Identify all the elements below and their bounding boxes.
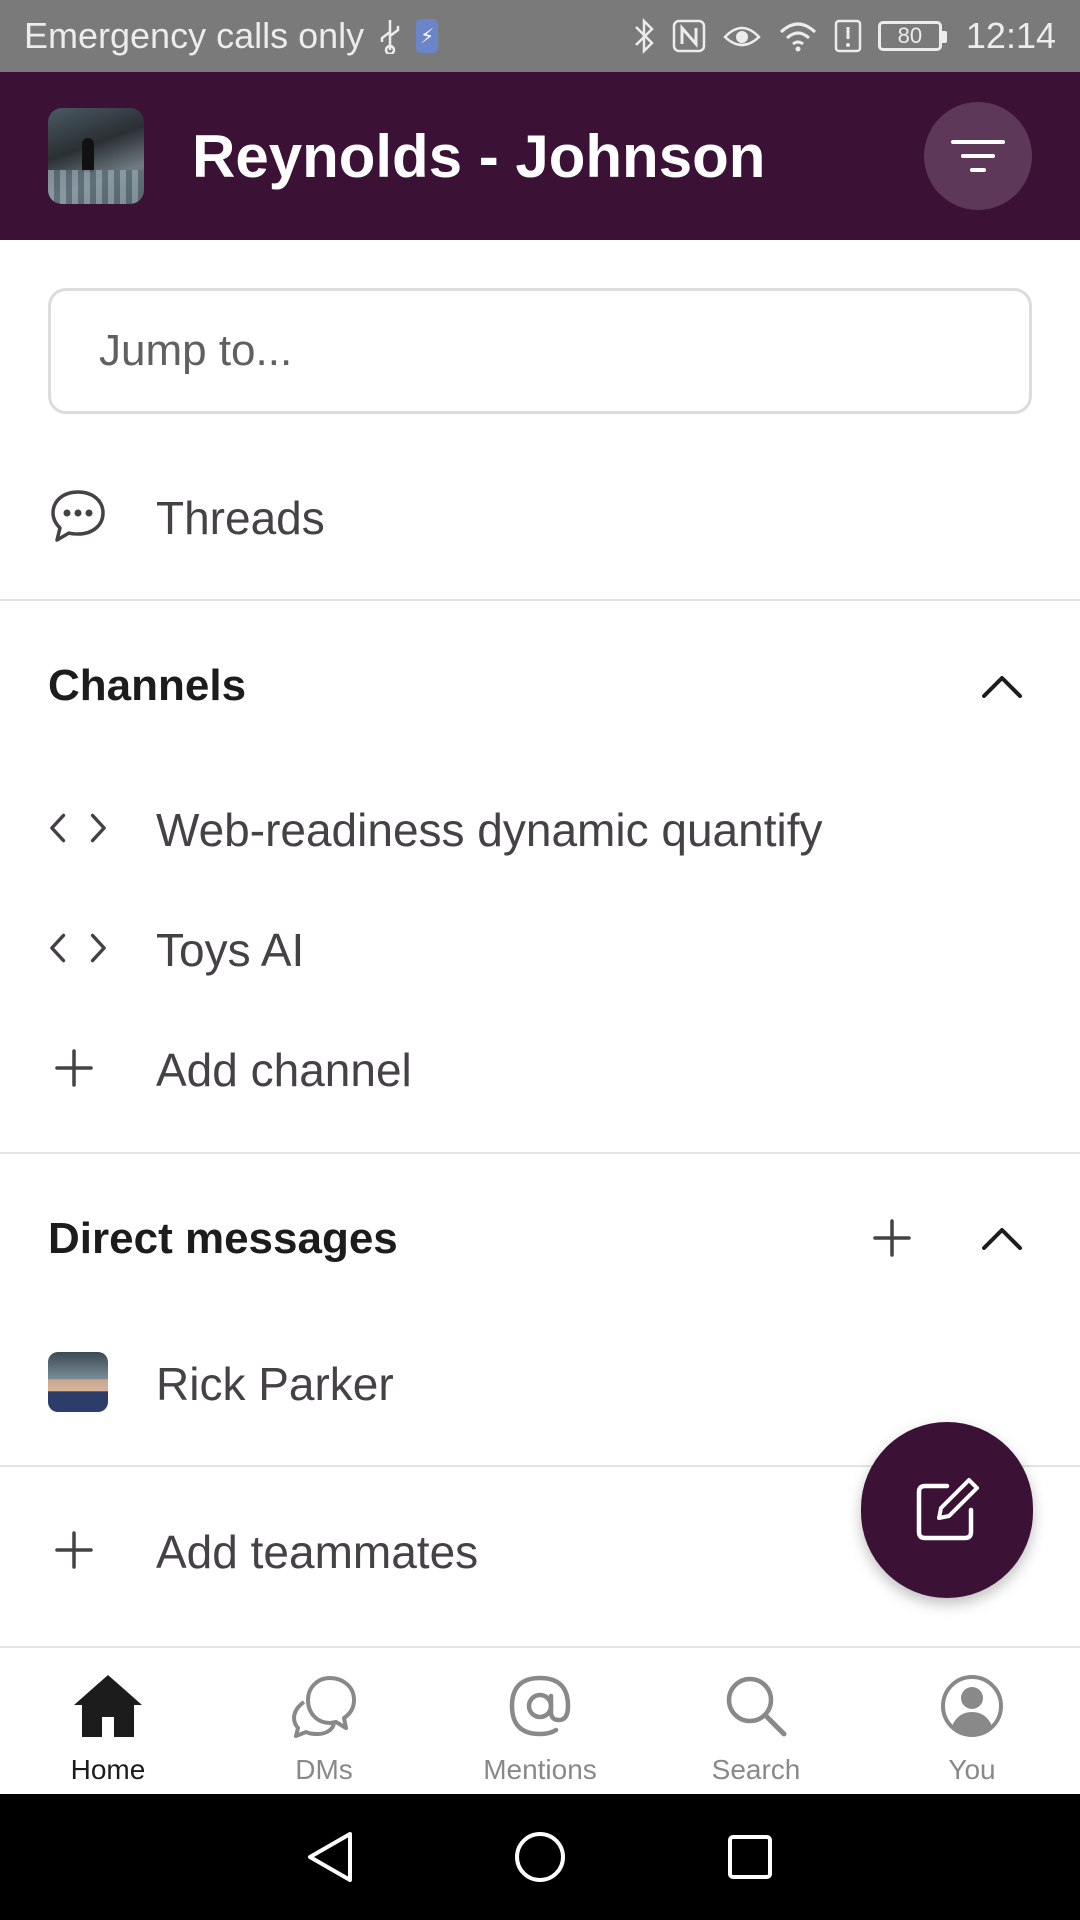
tab-home-label: Home [70, 1754, 146, 1785]
filter-icon [951, 140, 1005, 172]
carrier-text: Emergency calls only [24, 15, 365, 56]
threads-icon [48, 486, 108, 546]
plus-icon [44, 1038, 104, 1098]
divider [0, 599, 1080, 601]
tab-search-label: Search [711, 1754, 801, 1785]
dm-label: Rick Parker [156, 1358, 394, 1410]
channel-label: Web-readiness dynamic quantify [156, 804, 823, 856]
tab-mentions-label: Mentions [483, 1754, 597, 1785]
eye-comfort-icon [722, 21, 762, 51]
channel-code-icon [48, 918, 108, 978]
recents-square-icon [728, 1835, 772, 1879]
bottom-nav: Home DMs Mentions Search You [0, 1646, 1080, 1794]
back-triangle-icon [308, 1832, 352, 1882]
usb-icon [378, 18, 402, 54]
compose-button[interactable] [861, 1422, 1033, 1598]
channel-item[interactable]: Web-readiness dynamic quantify [0, 798, 1080, 862]
channel-code-icon [48, 798, 108, 858]
workspace-title[interactable]: Reynolds - Johnson [192, 122, 765, 191]
recents-button[interactable] [720, 1827, 780, 1887]
nfc-icon [672, 19, 706, 53]
tab-you[interactable]: You [864, 1648, 1080, 1796]
tab-mentions[interactable]: Mentions [432, 1648, 648, 1796]
add-teammates-label: Add teammates [156, 1526, 479, 1578]
channel-item[interactable]: Toys AI [0, 918, 1080, 982]
direct-messages-title[interactable]: Direct messages [48, 1214, 398, 1264]
dm-item[interactable]: Rick Parker [0, 1352, 1080, 1416]
bluetooth-icon [632, 17, 656, 55]
filter-button[interactable] [924, 102, 1032, 210]
alert-icon [834, 19, 862, 53]
channels-title[interactable]: Channels [48, 661, 246, 711]
tab-you-label: You [948, 1754, 996, 1785]
app-header: Reynolds - Johnson [0, 72, 1080, 240]
chevron-up-icon [982, 1228, 1022, 1250]
tab-dms[interactable]: DMs [216, 1648, 432, 1796]
tab-search[interactable]: Search [648, 1648, 864, 1796]
channel-label: Toys AI [156, 924, 305, 976]
status-bar: Emergency calls only ⚡ 80 12:14 [0, 0, 1080, 72]
home-button[interactable] [510, 1827, 570, 1887]
add-channel-label: Add channel [156, 1044, 412, 1096]
search-icon [720, 1670, 792, 1742]
mentions-icon [504, 1670, 576, 1742]
home-circle-icon [515, 1832, 565, 1882]
tab-dms-label: DMs [295, 1754, 353, 1785]
plus-icon [873, 1219, 911, 1257]
tab-home[interactable]: Home [0, 1648, 216, 1796]
channels-collapse-button[interactable] [970, 654, 1034, 718]
back-button[interactable] [300, 1827, 360, 1887]
clock: 12:14 [965, 15, 1056, 56]
dms-icon [288, 1670, 360, 1742]
threads-row[interactable]: Threads [0, 486, 1080, 550]
home-icon [72, 1670, 144, 1742]
charging-icon: ⚡ [416, 19, 439, 53]
add-channel-row[interactable]: Add channel [0, 1038, 1080, 1102]
chevron-up-icon [982, 676, 1022, 698]
battery-icon: 80 [877, 21, 947, 51]
workspace-avatar[interactable] [48, 108, 144, 204]
avatar [48, 1352, 108, 1412]
new-dm-button[interactable] [860, 1206, 924, 1270]
profile-icon [936, 1670, 1008, 1742]
wifi-icon [778, 20, 818, 52]
threads-label: Threads [156, 492, 325, 544]
jump-to-input[interactable]: Jump to... [48, 288, 1032, 414]
dm-collapse-button[interactable] [970, 1206, 1034, 1270]
divider [0, 1152, 1080, 1154]
compose-icon [916, 1478, 979, 1541]
plus-icon [44, 1520, 104, 1580]
system-nav-bar [0, 1794, 1080, 1920]
